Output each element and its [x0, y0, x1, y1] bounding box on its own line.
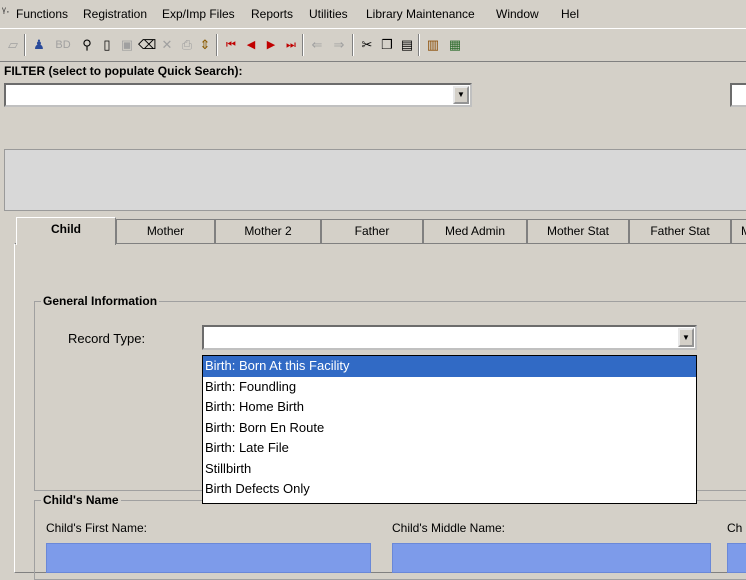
tab-overflow[interactable]: M [731, 219, 746, 243]
print-icon[interactable]: ⎙ [178, 36, 196, 54]
middle-name-label: Child's Middle Name: [392, 521, 505, 535]
last-name-input[interactable] [727, 543, 746, 573]
record-type-option[interactable]: Birth: Born At this Facility [203, 356, 696, 377]
tab-father[interactable]: Father [321, 219, 423, 243]
binoculars-icon[interactable]: ⚲ [78, 36, 96, 54]
menu-library-maintenance[interactable]: Library Maintenance [366, 7, 475, 21]
tab-father-stat[interactable]: Father Stat [629, 219, 731, 243]
forward-arrow-icon[interactable]: ⇒ [330, 36, 348, 54]
group-title-general-information: General Information [41, 294, 160, 308]
first-record-icon[interactable]: ⏮ [222, 36, 240, 54]
record-type-label: Record Type: [68, 331, 146, 346]
info-panel [4, 149, 746, 211]
cut-icon[interactable]: ✂ [358, 36, 376, 54]
record-type-option[interactable]: Birth: Late File [203, 438, 696, 459]
menu-window[interactable]: Window [496, 7, 539, 21]
tab-mother-2[interactable]: Mother 2 [215, 219, 321, 243]
last-record-icon[interactable]: ⏭ [282, 36, 300, 54]
menu-exp-imp-files[interactable]: Exp/Imp Files [162, 7, 235, 21]
record-type-combobox[interactable]: ▼ [202, 325, 697, 350]
toolbar-separator [352, 34, 354, 56]
record-type-option[interactable]: Birth Defects Only [203, 479, 696, 500]
menu-functions[interactable]: Functions [16, 7, 68, 21]
menu-help[interactable]: Hel [561, 7, 579, 21]
toolbar: ▱ ♟ BD ⚲ ▯ ▣ ⌫ ✕ ⎙ ⇕ ⏮ ◀ ▶ ⏭ ⇐ ⇒ ✂ ❐ ▤ ▥… [0, 28, 746, 62]
group-title-childs-name: Child's Name [41, 493, 121, 507]
menu-utilities[interactable]: Utilities [309, 7, 348, 21]
menu-registration[interactable]: Registration [83, 7, 147, 21]
next-record-icon[interactable]: ▶ [262, 36, 280, 54]
tab-med-admin[interactable]: Med Admin [423, 219, 527, 243]
menu-bar: ᵞ· Functions Registration Exp/Imp Files … [0, 0, 746, 28]
delete-icon[interactable]: ✕ [158, 36, 176, 54]
library-book-icon[interactable]: ▥ [424, 36, 442, 54]
record-type-dropdown-list: Birth: Born At this Facility Birth: Foun… [202, 355, 697, 504]
toolbar-separator [418, 34, 420, 56]
filter-label: FILTER (select to populate Quick Search)… [4, 64, 243, 78]
menu-reports[interactable]: Reports [251, 7, 293, 21]
chevron-down-icon[interactable]: ▼ [453, 86, 469, 104]
bd-button[interactable]: BD [52, 36, 74, 54]
paste-icon[interactable]: ▤ [398, 36, 416, 54]
middle-name-input[interactable] [392, 543, 711, 573]
user-icon[interactable]: ♟ [30, 36, 48, 54]
record-type-option[interactable]: Birth: Born En Route [203, 418, 696, 439]
chevron-down-icon[interactable]: ▼ [678, 328, 694, 347]
app-menu-icon[interactable]: ᵞ· [2, 4, 10, 18]
toolbar-separator [302, 34, 304, 56]
save-icon[interactable]: ▣ [118, 36, 136, 54]
tab-child[interactable]: Child [16, 217, 116, 245]
reference-icon[interactable]: ▦ [446, 36, 464, 54]
sort-icon[interactable]: ⇕ [196, 36, 214, 54]
record-type-option[interactable]: Stillbirth [203, 459, 696, 480]
filter-combobox[interactable]: ▼ [4, 83, 472, 107]
last-name-label: Ch [727, 521, 743, 535]
record-type-option[interactable]: Birth: Home Birth [203, 397, 696, 418]
copy-icon[interactable]: ❐ [378, 36, 396, 54]
open-icon[interactable]: ▱ [4, 36, 22, 54]
first-name-label: Child's First Name: [46, 521, 147, 535]
back-arrow-icon[interactable]: ⇐ [308, 36, 326, 54]
previous-record-icon[interactable]: ◀ [242, 36, 260, 54]
quick-search-input[interactable] [730, 83, 746, 107]
record-type-option[interactable]: Birth: Foundling [203, 377, 696, 398]
eraser-icon[interactable]: ⌫ [138, 36, 156, 54]
toolbar-separator [216, 34, 218, 56]
first-name-input[interactable] [46, 543, 371, 573]
new-document-icon[interactable]: ▯ [98, 36, 116, 54]
tab-mother-stat[interactable]: Mother Stat [527, 219, 629, 243]
toolbar-separator [24, 34, 26, 56]
tab-mother[interactable]: Mother [116, 219, 215, 243]
